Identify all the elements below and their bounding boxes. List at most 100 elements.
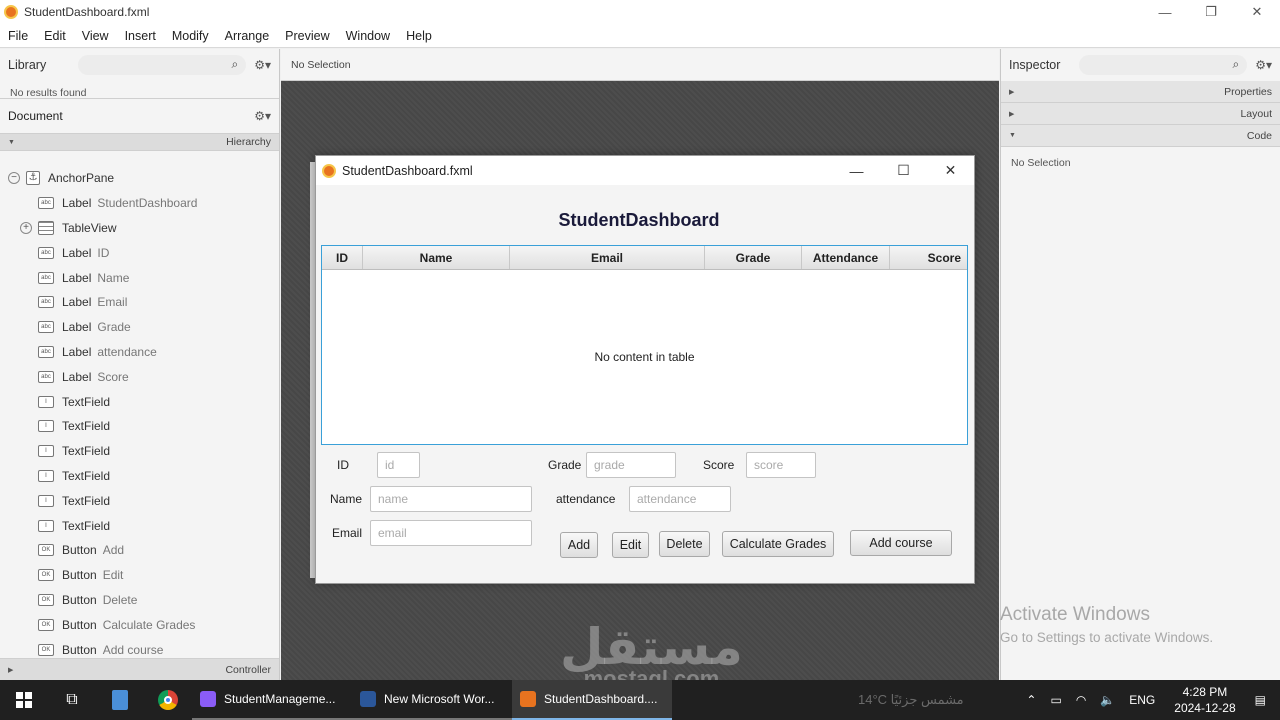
language-indicator[interactable]: ENG xyxy=(1129,693,1155,707)
students-table[interactable]: ID Name Email Grade Attendance Score No … xyxy=(321,245,968,445)
add-button[interactable]: Add xyxy=(560,532,598,558)
tree-item[interactable]: I TextField xyxy=(0,439,279,464)
tree-item[interactable]: abc Label attendance xyxy=(0,340,279,365)
tree-item[interactable]: OK Button Add xyxy=(0,538,279,563)
weather-widget[interactable]: 14°C مشمس جزئيًا xyxy=(858,680,964,720)
preview-maximize-button[interactable]: ☐ xyxy=(880,156,927,185)
volume-icon[interactable]: 🔈 xyxy=(1100,693,1115,707)
taskbar-app[interactable]: New Microsoft Wor... xyxy=(352,680,512,720)
column-header-email[interactable]: Email xyxy=(510,246,705,269)
battery-icon[interactable]: ▭ xyxy=(1050,693,1061,707)
email-input[interactable]: email xyxy=(370,520,532,546)
document-header: Document ⚙▾ xyxy=(0,99,279,133)
tree-item[interactable]: + TableView xyxy=(0,216,279,241)
column-header-score[interactable]: Score xyxy=(890,246,967,269)
inspector-search-input[interactable]: ⌕ xyxy=(1079,55,1248,75)
tree-item[interactable]: abc Label StudentDashboard xyxy=(0,191,279,216)
system-tray: ⌃ ▭ ◠ 🔈 ENG 4:28 PM 2024-12-28 ▤ xyxy=(1019,680,1280,720)
tree-item-type: Label xyxy=(62,320,92,335)
task-view-button[interactable]: ⧉ xyxy=(48,680,96,720)
inspector-section-layout[interactable]: ▶ Layout xyxy=(1001,103,1280,125)
maximize-button[interactable]: ❐ xyxy=(1188,0,1234,24)
inspector-section-properties[interactable]: ▶ Properties xyxy=(1001,81,1280,103)
tree-item[interactable]: abc Label Grade xyxy=(0,315,279,340)
library-gear-icon[interactable]: ⚙▾ xyxy=(254,58,271,72)
library-search-input[interactable]: ⌕ xyxy=(78,55,247,75)
layout-label: Layout xyxy=(1240,107,1272,120)
column-header-id[interactable]: ID xyxy=(322,246,363,269)
tree-item[interactable]: − ⚓ AnchorPane xyxy=(0,166,279,191)
tree-item[interactable]: OK Button Delete xyxy=(0,588,279,613)
score-input[interactable]: score xyxy=(746,452,816,478)
textfield-icon: I xyxy=(38,469,54,482)
add-course-button[interactable]: Add course xyxy=(850,530,952,556)
properties-label: Properties xyxy=(1224,85,1272,98)
taskbar-apps: StudentManageme... New Microsoft Wor... St… xyxy=(192,680,672,720)
watermark-arabic: مستقل xyxy=(560,618,743,676)
minimize-button[interactable]: — xyxy=(1142,0,1188,24)
wifi-icon[interactable]: ◠ xyxy=(1076,693,1086,707)
tree-item[interactable]: I TextField xyxy=(0,488,279,513)
menu-file[interactable]: File xyxy=(0,29,36,43)
tree-item[interactable]: abc Label ID xyxy=(0,240,279,265)
tree-item-value: Add course xyxy=(102,642,164,657)
edit-button[interactable]: Edit xyxy=(612,532,649,558)
menu-insert[interactable]: Insert xyxy=(117,29,164,43)
delete-button[interactable]: Delete xyxy=(659,531,710,557)
id-input[interactable]: id xyxy=(377,452,420,478)
hierarchy-section[interactable]: ▼ Hierarchy xyxy=(0,133,279,151)
textfield-icon: I xyxy=(38,445,54,458)
clock-date: 2024-12-28 xyxy=(1174,701,1236,715)
attendance-input[interactable]: attendance xyxy=(629,486,731,512)
clock[interactable]: 4:28 PM 2024-12-28 xyxy=(1174,684,1235,716)
textfield-icon: I xyxy=(38,494,54,507)
button-icon: OK xyxy=(38,643,54,656)
calculate-grades-button[interactable]: Calculate Grades xyxy=(722,531,834,557)
tree-item[interactable]: abc Label Email xyxy=(0,290,279,315)
document-gear-icon[interactable]: ⚙▾ xyxy=(254,109,271,123)
inspector-search-icon: ⌕ xyxy=(1232,57,1240,71)
grade-input[interactable]: grade xyxy=(586,452,676,478)
taskbar-app[interactable]: StudentDashboard.... xyxy=(512,680,672,720)
tree-item[interactable]: I TextField xyxy=(0,414,279,439)
button-icon: OK xyxy=(38,569,54,582)
menu-arrange[interactable]: Arrange xyxy=(217,29,277,43)
tree-item[interactable]: abc Label Score xyxy=(0,364,279,389)
grade-label: Grade xyxy=(548,458,582,472)
tree-item-type: TableView xyxy=(62,220,117,235)
app-icon xyxy=(200,691,216,707)
taskbar-app[interactable]: StudentManageme... xyxy=(192,680,352,720)
menu-window[interactable]: Window xyxy=(338,29,398,43)
column-header-grade[interactable]: Grade xyxy=(705,246,802,269)
tree-item[interactable]: I TextField xyxy=(0,389,279,414)
menu-modify[interactable]: Modify xyxy=(164,29,217,43)
menu-preview[interactable]: Preview xyxy=(277,29,337,43)
close-button[interactable]: ✕ xyxy=(1234,0,1280,24)
menu-help[interactable]: Help xyxy=(398,29,440,43)
tree-item-type: Button xyxy=(62,642,97,657)
chrome-taskbar-button[interactable] xyxy=(144,680,192,720)
tree-expander-icon[interactable]: + xyxy=(20,221,32,234)
tree-item[interactable]: abc Label Name xyxy=(0,265,279,290)
tree-expander-icon[interactable]: − xyxy=(8,172,20,185)
tree-item[interactable]: OK Button Calculate Grades xyxy=(0,612,279,637)
tray-chevron-icon[interactable]: ⌃ xyxy=(1026,693,1036,707)
notifications-icon[interactable]: ▤ xyxy=(1255,693,1266,707)
menu-view[interactable]: View xyxy=(74,29,117,43)
column-header-name[interactable]: Name xyxy=(363,246,510,269)
calculator-taskbar-button[interactable] xyxy=(96,680,144,720)
start-button[interactable] xyxy=(0,680,48,720)
name-input[interactable]: name xyxy=(370,486,532,512)
tree-item[interactable]: I TextField xyxy=(0,464,279,489)
tree-item[interactable]: OK Button Edit xyxy=(0,563,279,588)
tree-item-value: Delete xyxy=(102,592,138,607)
code-label: Code xyxy=(1246,129,1272,142)
menu-edit[interactable]: Edit xyxy=(36,29,74,43)
tree-item[interactable]: I TextField xyxy=(0,513,279,538)
preview-minimize-button[interactable]: — xyxy=(833,156,880,185)
inspector-gear-icon[interactable]: ⚙▾ xyxy=(1255,58,1272,72)
preview-close-button[interactable]: ✕ xyxy=(927,156,974,185)
column-header-attendance[interactable]: Attendance xyxy=(802,246,890,269)
controller-section[interactable]: ▶ Controller xyxy=(0,658,279,680)
inspector-section-code[interactable]: ▼ Code xyxy=(1001,125,1280,147)
